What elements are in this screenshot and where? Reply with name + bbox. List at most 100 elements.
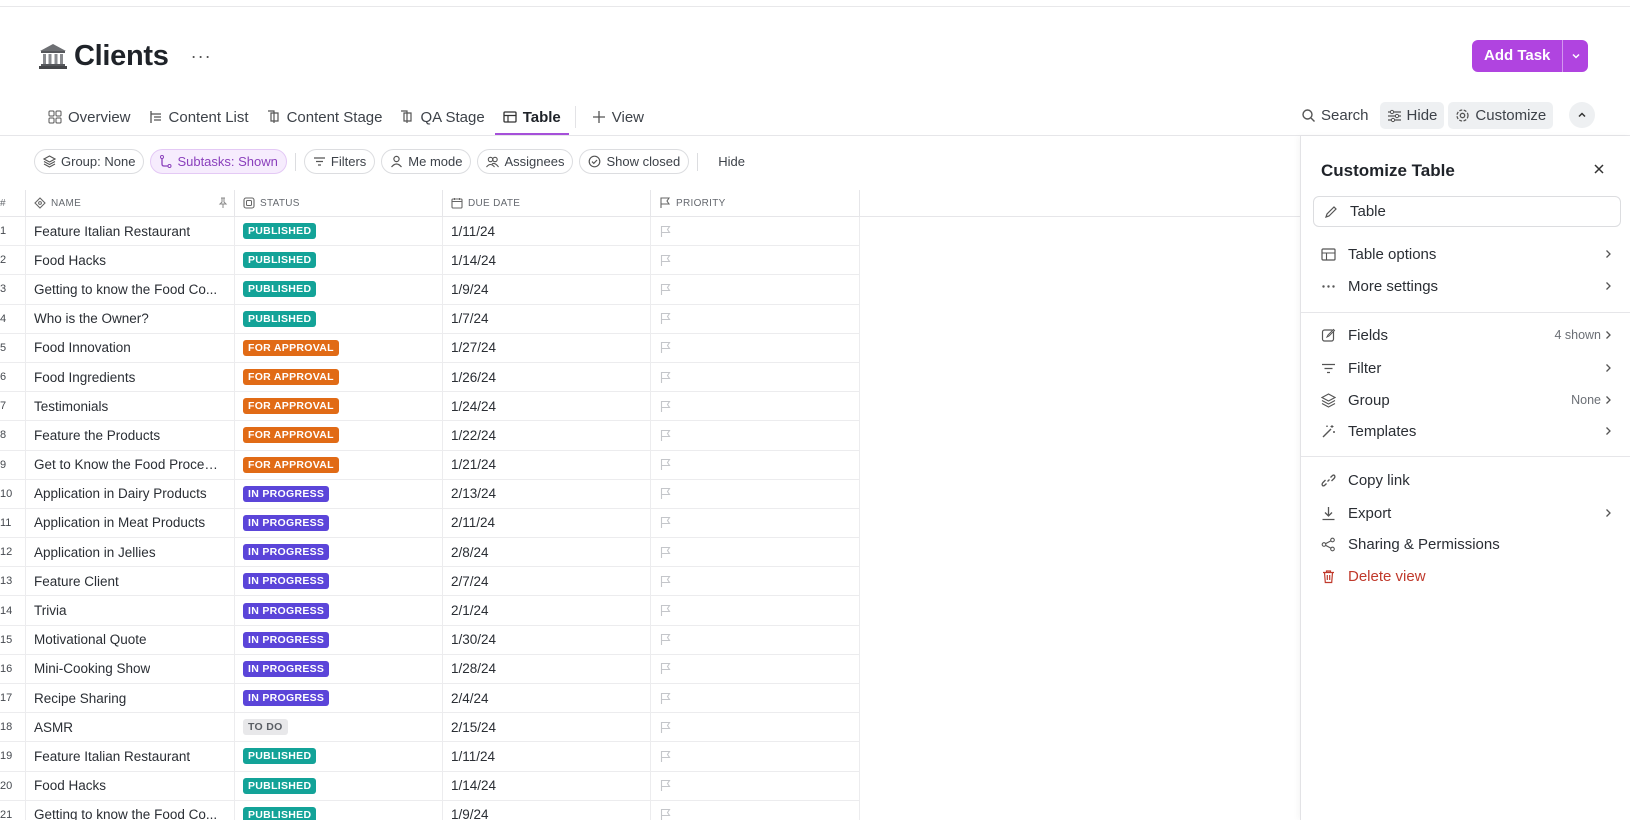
fields-item[interactable]: Fields 4 shown <box>1321 321 1613 349</box>
column-header-priority[interactable]: PRIORITY <box>651 190 860 216</box>
table-row[interactable]: 7 Testimonials FOR APPROVAL 1/24/24 <box>0 392 860 422</box>
due-date-cell[interactable]: 1/22/24 <box>443 421 651 450</box>
task-name-cell[interactable]: Application in Meat Products <box>26 508 235 538</box>
add-task-dropdown[interactable] <box>1562 40 1588 72</box>
priority-cell[interactable] <box>651 684 860 713</box>
status-badge[interactable]: FOR APPROVAL <box>243 398 339 415</box>
status-cell[interactable]: FOR APPROVAL <box>235 333 443 362</box>
status-badge[interactable]: FOR APPROVAL <box>243 427 339 444</box>
priority-cell[interactable] <box>651 800 860 820</box>
due-date-cell[interactable]: 1/26/24 <box>443 362 651 392</box>
flag-icon[interactable] <box>659 604 672 617</box>
priority-cell[interactable] <box>651 246 860 275</box>
task-name-cell[interactable]: Food Ingredients <box>26 362 235 392</box>
view-name-input[interactable]: Table <box>1313 196 1621 227</box>
priority-cell[interactable] <box>651 771 860 800</box>
flag-icon[interactable] <box>659 633 672 646</box>
flag-icon[interactable] <box>659 721 672 734</box>
copy-link-item[interactable]: Copy link <box>1321 466 1613 494</box>
table-row[interactable]: 20 Food Hacks PUBLISHED 1/14/24 <box>0 771 860 801</box>
status-cell[interactable]: PUBLISHED <box>235 304 443 333</box>
table-row[interactable]: 12 Application in Jellies IN PROGRESS 2/8/2… <box>0 538 860 568</box>
task-name-cell[interactable]: Feature Italian Restaurant <box>26 742 235 771</box>
flag-icon[interactable] <box>659 312 672 325</box>
status-cell[interactable]: FOR APPROVAL <box>235 450 443 479</box>
flag-icon[interactable] <box>659 225 672 238</box>
priority-cell[interactable] <box>651 362 860 392</box>
table-row[interactable]: 14 Trivia IN PROGRESS 2/1/24 <box>0 596 860 626</box>
status-cell[interactable]: PUBLISHED <box>235 275 443 304</box>
status-badge[interactable]: PUBLISHED <box>243 252 317 269</box>
flag-icon[interactable] <box>659 458 672 471</box>
table-row[interactable]: 13 Feature Client IN PROGRESS 2/7/24 <box>0 567 860 597</box>
task-name-cell[interactable]: Who is the Owner? <box>26 304 235 333</box>
status-cell[interactable]: IN PROGRESS <box>235 508 443 538</box>
status-badge[interactable]: PUBLISHED <box>243 806 317 820</box>
priority-cell[interactable] <box>651 538 860 567</box>
more-options-button[interactable]: ··· <box>191 46 212 67</box>
task-name-cell[interactable]: Mini-Cooking Show <box>26 654 235 683</box>
table-row[interactable]: 21 Getting to know the Food Co... PUBLISHE… <box>0 800 860 820</box>
due-date-cell[interactable]: 1/30/24 <box>443 625 651 654</box>
status-badge[interactable]: IN PROGRESS <box>243 485 330 502</box>
task-name-cell[interactable]: Testimonials <box>26 392 235 421</box>
group-chip[interactable]: Group: None <box>34 149 145 174</box>
assignees-chip[interactable]: Assignees <box>477 149 574 174</box>
status-cell[interactable]: FOR APPROVAL <box>235 421 443 450</box>
status-cell[interactable]: PUBLISHED <box>235 800 443 820</box>
status-cell[interactable]: IN PROGRESS <box>235 538 443 567</box>
tab-qa-stage[interactable]: QA Stage <box>392 99 492 135</box>
due-date-cell[interactable]: 2/7/24 <box>443 567 651 596</box>
status-cell[interactable]: PUBLISHED <box>235 742 443 771</box>
column-header-name[interactable]: NAME <box>26 190 235 216</box>
table-row[interactable]: 3 Getting to know the Food Co... PUBLISHED… <box>0 275 860 305</box>
status-badge[interactable]: FOR APPROVAL <box>243 456 339 473</box>
priority-cell[interactable] <box>651 654 860 683</box>
status-cell[interactable]: IN PROGRESS <box>235 479 443 508</box>
task-name-cell[interactable]: Feature Italian Restaurant <box>26 217 235 246</box>
due-date-cell[interactable]: 1/27/24 <box>443 333 651 362</box>
status-cell[interactable]: PUBLISHED <box>235 246 443 275</box>
flag-icon[interactable] <box>659 750 672 763</box>
flag-icon[interactable] <box>659 400 672 413</box>
status-badge[interactable]: FOR APPROVAL <box>243 369 339 386</box>
filters-chip[interactable]: Filters <box>303 149 376 174</box>
flag-icon[interactable] <box>659 487 672 500</box>
table-row[interactable]: 2 Food Hacks PUBLISHED 1/14/24 <box>0 246 860 276</box>
due-date-cell[interactable]: 1/9/24 <box>443 800 651 820</box>
tab-overview[interactable]: Overview <box>40 99 139 135</box>
priority-cell[interactable] <box>651 567 860 596</box>
status-cell[interactable]: IN PROGRESS <box>235 684 443 713</box>
hide-button[interactable]: Hide <box>1379 101 1445 129</box>
status-cell[interactable]: FOR APPROVAL <box>235 362 443 392</box>
priority-cell[interactable] <box>651 304 860 333</box>
due-date-cell[interactable]: 2/11/24 <box>443 508 651 538</box>
status-badge[interactable]: IN PROGRESS <box>243 631 330 648</box>
task-name-cell[interactable]: Getting to know the Food Co... <box>26 275 235 304</box>
priority-cell[interactable] <box>651 450 860 479</box>
status-badge[interactable]: PUBLISHED <box>243 777 317 794</box>
status-cell[interactable]: TO DO <box>235 713 443 742</box>
status-cell[interactable]: PUBLISHED <box>235 217 443 246</box>
collapse-header-button[interactable] <box>1569 102 1596 128</box>
priority-cell[interactable] <box>651 333 860 362</box>
priority-cell[interactable] <box>651 217 860 246</box>
table-row[interactable]: 16 Mini-Cooking Show IN PROGRESS 1/28/24 <box>0 654 860 684</box>
tab-content-list[interactable]: Content List <box>141 99 257 135</box>
table-row[interactable]: 15 Motivational Quote IN PROGRESS 1/30/24 <box>0 625 860 655</box>
tab-content-stage[interactable]: Content Stage <box>259 99 391 135</box>
status-badge[interactable]: IN PROGRESS <box>243 660 330 677</box>
task-name-cell[interactable]: Food Innovation <box>26 333 235 362</box>
flag-icon[interactable] <box>659 546 672 559</box>
task-name-cell[interactable]: Food Hacks <box>26 771 235 800</box>
status-badge[interactable]: PUBLISHED <box>243 310 317 327</box>
status-badge[interactable]: IN PROGRESS <box>243 690 330 707</box>
status-badge[interactable]: IN PROGRESS <box>243 573 330 590</box>
due-date-cell[interactable]: 1/11/24 <box>443 742 651 771</box>
due-date-cell[interactable]: 1/7/24 <box>443 304 651 333</box>
task-name-cell[interactable]: Recipe Sharing <box>26 684 235 713</box>
due-date-cell[interactable]: 1/21/24 <box>443 450 651 479</box>
task-name-cell[interactable]: Motivational Quote <box>26 625 235 654</box>
priority-cell[interactable] <box>651 625 860 654</box>
task-name-cell[interactable]: Food Hacks <box>26 246 235 275</box>
